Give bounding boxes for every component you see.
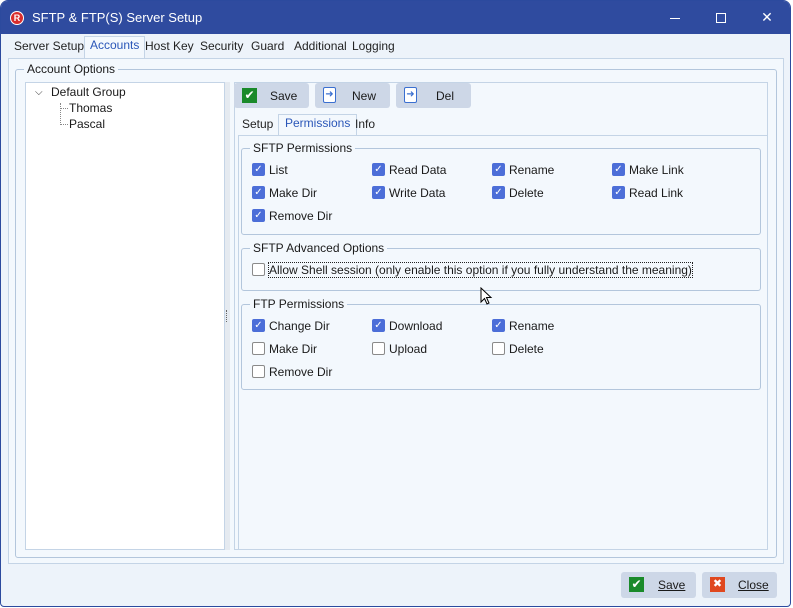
checkbox-label: Upload <box>389 342 428 356</box>
minimize-icon <box>670 17 680 19</box>
checkbox-box[interactable]: ✓ <box>492 163 505 176</box>
minimize-button[interactable] <box>652 1 698 34</box>
checkbox-box[interactable]: ✓ <box>612 186 625 199</box>
checkbox-box[interactable] <box>252 263 265 276</box>
export-arrow-icon: ➜ <box>404 87 417 103</box>
main-tabbar: Server Setup Accounts Host Key Security … <box>1 34 790 58</box>
subtab-setup[interactable]: Setup <box>236 116 279 136</box>
subtab-info[interactable]: Info <box>349 116 381 136</box>
save-account-label: Save <box>270 89 298 103</box>
app-logo-icon: R <box>10 11 24 25</box>
checkbox-label: Rename <box>509 163 555 177</box>
checkbox-label: Delete <box>509 342 544 356</box>
tab-security[interactable]: Security <box>195 38 248 58</box>
checkmark-icon: ✔ <box>242 88 257 103</box>
chevron-down-icon[interactable]: ⌵ <box>35 87 43 98</box>
checkbox-box[interactable] <box>372 342 385 355</box>
checkbox-label: Delete <box>509 186 544 200</box>
checkbox-box[interactable]: ✓ <box>372 163 385 176</box>
tab-server-setup[interactable]: Server Setup <box>9 38 89 58</box>
title-bar: R SFTP & FTP(S) Server Setup ✕ <box>1 1 790 34</box>
checkbox-label: Make Link <box>629 163 684 177</box>
sftp-permissions-title: SFTP Permissions <box>250 141 356 155</box>
new-account-button[interactable]: ➜ New <box>315 83 390 108</box>
tab-host-key[interactable]: Host Key <box>140 38 199 58</box>
new-account-label: New <box>352 89 377 103</box>
checkbox-box[interactable]: ✓ <box>492 186 505 199</box>
tree-connector <box>60 108 68 109</box>
close-x-icon: ✖ <box>710 577 725 592</box>
tree-item-default-group[interactable]: Default Group <box>51 85 126 99</box>
import-arrow-icon: ➜ <box>323 87 336 103</box>
ftp-permissions-title: FTP Permissions <box>250 297 348 311</box>
checkbox-box[interactable]: ✓ <box>252 163 265 176</box>
checkbox-label: Rename <box>509 319 555 333</box>
checkbox-box[interactable]: ✓ <box>252 209 265 222</box>
checkmark-icon: ✔ <box>629 577 644 592</box>
delete-account-label: Del <box>436 89 455 103</box>
checkbox-box[interactable] <box>252 365 265 378</box>
mouse-cursor-icon <box>480 287 493 305</box>
tab-guard[interactable]: Guard <box>246 38 289 58</box>
checkbox-box[interactable]: ✓ <box>612 163 625 176</box>
delete-account-button[interactable]: ➜ Del <box>396 83 471 108</box>
checkbox-box[interactable] <box>252 342 265 355</box>
window-title: SFTP & FTP(S) Server Setup <box>32 10 203 25</box>
panel-splitter[interactable] <box>225 82 230 550</box>
footer-save-label: Save <box>658 578 686 592</box>
footer-save-button[interactable]: ✔ Save <box>621 572 696 598</box>
checkbox-label: Remove Dir <box>269 209 333 223</box>
checkbox-label: Write Data <box>389 186 446 200</box>
tree-connector <box>60 103 61 125</box>
checkbox-label: Remove Dir <box>269 365 333 379</box>
tab-logging[interactable]: Logging <box>347 38 400 58</box>
tree-connector <box>60 124 68 125</box>
checkbox-box[interactable] <box>492 342 505 355</box>
sftp-advanced-title: SFTP Advanced Options <box>250 241 388 255</box>
tab-accounts[interactable]: Accounts <box>84 36 146 58</box>
tree-item-user[interactable]: Pascal <box>69 117 105 131</box>
checkbox-box[interactable]: ✓ <box>492 319 505 332</box>
checkbox-box[interactable]: ✓ <box>252 319 265 332</box>
checkbox-box[interactable]: ✓ <box>372 186 385 199</box>
checkbox-box[interactable]: ✓ <box>372 319 385 332</box>
maximize-button[interactable] <box>698 1 744 34</box>
account-options-title: Account Options <box>24 62 119 76</box>
footer-close-button[interactable]: ✖ Close <box>702 572 777 598</box>
tab-additional[interactable]: Additional <box>289 38 352 58</box>
save-account-button[interactable]: ✔ Save <box>234 83 309 108</box>
subtab-permissions[interactable]: Permissions <box>278 114 358 136</box>
checkbox-label: Read Data <box>389 163 447 177</box>
checkbox-label: Make Dir <box>269 342 318 356</box>
checkbox-box[interactable]: ✓ <box>252 186 265 199</box>
close-window-button[interactable]: ✕ <box>744 1 790 34</box>
checkbox-label: Make Dir <box>269 186 318 200</box>
checkbox-label: List <box>269 163 288 177</box>
checkbox-label: Read Link <box>629 186 684 200</box>
checkbox-label: Download <box>389 319 443 333</box>
account-tree[interactable]: ⌵ Default Group Thomas Pascal <box>25 82 225 550</box>
app-window: R SFTP & FTP(S) Server Setup ✕ Server Se… <box>0 0 791 607</box>
tree-item-user[interactable]: Thomas <box>69 101 112 115</box>
maximize-icon <box>716 13 726 24</box>
checkbox-label: Change Dir <box>269 319 330 333</box>
footer-close-label: Close <box>738 578 769 592</box>
allow-shell-label: Allow Shell session (only enable this op… <box>268 262 693 278</box>
close-icon: ✕ <box>761 9 773 25</box>
splitter-grip-icon <box>226 310 228 322</box>
